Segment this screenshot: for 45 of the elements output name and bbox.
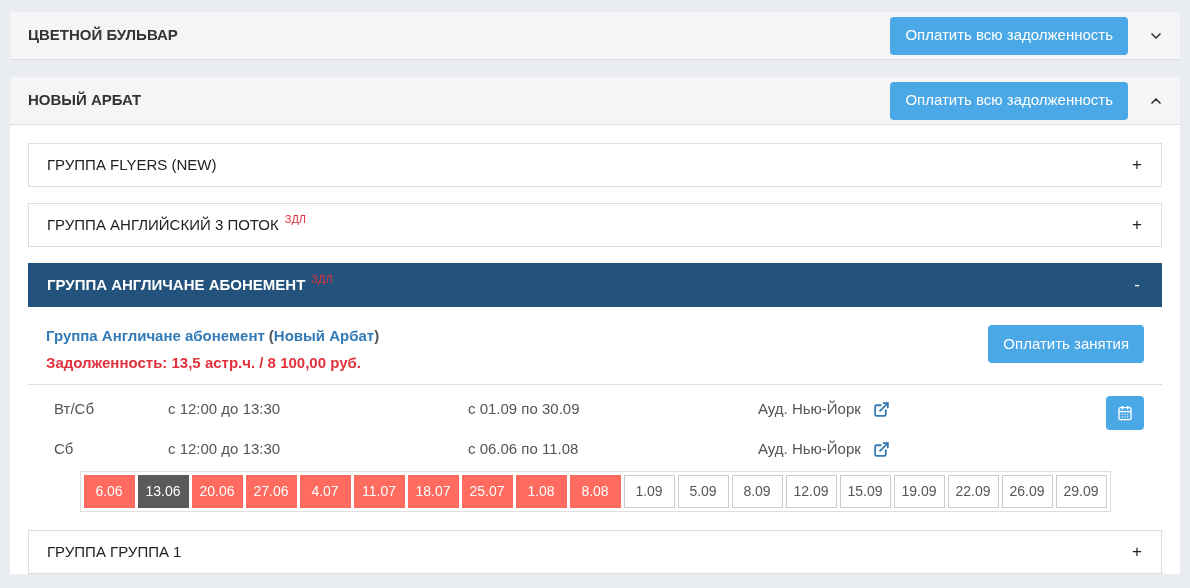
group-title: ГРУППА FLYERS (NEW) (47, 154, 217, 175)
toggle-sign[interactable]: + (1131, 152, 1143, 178)
lesson-date[interactable]: 5.09 (677, 475, 729, 508)
group-title: ГРУППА АНГЛИЙСКИЙ 3 ПОТОК (47, 214, 279, 235)
days-text: Вт/Сб (54, 398, 95, 419)
calendar-button[interactable] (1106, 396, 1144, 430)
group-header[interactable]: ГРУППА ГРУППА 1 + (28, 530, 1162, 574)
lesson-date[interactable]: 12.09 (785, 475, 837, 508)
group-title: ГРУППА АНГЛИЧАНЕ АБОНЕМЕНТ (47, 274, 306, 295)
group-header[interactable]: ГРУППА АНГЛИЙСКИЙ 3 ПОТОК ЗДЛ + (28, 203, 1162, 247)
toggle-sign[interactable]: - (1131, 272, 1143, 298)
period-text: с 06.06 по 11.08 (468, 438, 580, 459)
calendar-icon (1117, 405, 1133, 421)
external-link-icon[interactable] (872, 400, 890, 418)
group-name: Группа Англичане абонемент (46, 326, 265, 346)
branch-title: ЦВЕТНОЙ БУЛЬВАР (28, 25, 179, 46)
lesson-date[interactable]: 8.09 (731, 475, 783, 508)
lesson-date[interactable]: 1.09 (623, 475, 675, 508)
lesson-date[interactable]: 13.06 (137, 475, 189, 508)
debt-label: ЗДЛ (311, 271, 333, 287)
branch-header[interactable]: НОВЫЙ АРБАТ Оплатить всю задолженность (10, 77, 1180, 125)
branch-header[interactable]: ЦВЕТНОЙ БУЛЬВАР Оплатить всю задолженность (10, 12, 1180, 60)
lesson-date[interactable]: 19.09 (893, 475, 945, 508)
external-link-icon[interactable] (872, 440, 890, 458)
branch-title: НОВЫЙ АРБАТ (28, 90, 143, 111)
group-title: ГРУППА ГРУППА 1 (47, 541, 182, 562)
room-text: Ауд. Нью-Йорк (758, 438, 861, 459)
debt-label: ЗДЛ (284, 211, 307, 227)
toggle-sign[interactable]: + (1131, 212, 1143, 238)
debt-text: Задолженность: 13,5 астр.ч. / 8 100,00 руб. (46, 352, 362, 373)
time-text: с 12:00 до 13:30 (168, 398, 282, 419)
lesson-date[interactable]: 15.09 (839, 475, 891, 508)
toggle-sign[interactable]: + (1131, 539, 1143, 565)
group-header[interactable]: ГРУППА АНГЛИЧАНЕ АБОНЕМЕНТ ЗДЛ - (28, 263, 1162, 307)
lesson-date[interactable]: 26.09 (1001, 475, 1053, 508)
days-text: Сб (54, 438, 75, 459)
paren: ( (268, 326, 274, 346)
period-text: с 01.09 по 30.09 (468, 398, 581, 419)
group-header[interactable]: ГРУППА FLYERS (NEW) + (28, 143, 1162, 187)
room-text: Ауд. Нью-Йорк (758, 398, 861, 419)
lesson-date[interactable]: 29.09 (1055, 475, 1107, 508)
time-text: с 12:00 до 13:30 (168, 438, 282, 459)
branch-link[interactable]: Новый Арбат (273, 325, 375, 348)
lesson-date[interactable]: 22.09 (947, 475, 999, 508)
paren: ) (374, 326, 380, 346)
